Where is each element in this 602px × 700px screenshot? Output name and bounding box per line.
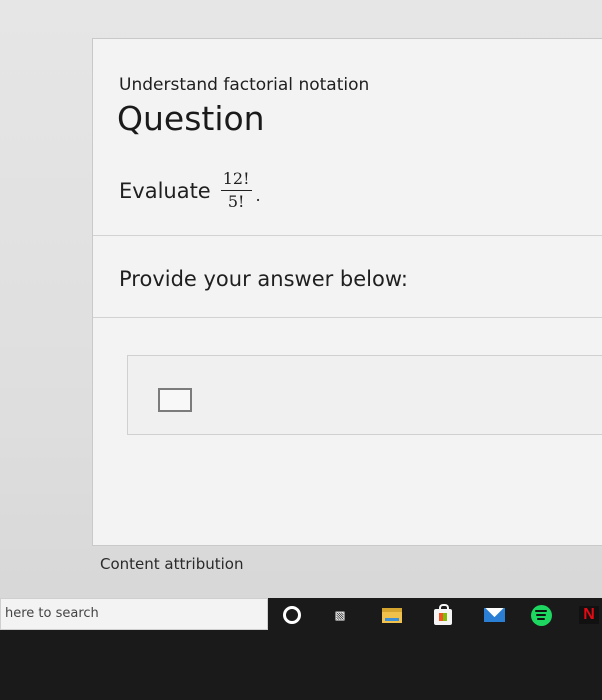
answer-prompt: Provide your answer below: [119,267,408,291]
factorial-fraction: 12! 5! [220,171,252,211]
content-attribution-link[interactable]: Content attribution [100,555,243,573]
file-explorer-icon[interactable] [381,604,403,626]
search-placeholder: here to search [5,606,99,621]
taskbar-search-box[interactable]: here to search [0,598,268,630]
answer-input[interactable] [158,388,192,412]
spotify-icon[interactable] [530,604,552,626]
windows-taskbar: here to search ▧ N [0,598,602,700]
question-prompt: Evaluate 12! 5! . [119,171,261,210]
task-view-icon[interactable]: ▧ [329,604,351,626]
answer-panel [127,355,602,435]
cortana-icon[interactable] [281,604,303,626]
browser-viewport: Understand factorial notation Question E… [0,0,602,700]
fraction-denominator: 5! [227,192,245,211]
section-divider [93,317,602,318]
question-heading: Question [117,99,265,138]
fraction-numerator: 12! [220,171,252,191]
question-lead: Evaluate [119,178,211,203]
lesson-subtitle: Understand factorial notation [119,75,370,95]
question-period: . [255,186,261,205]
store-icon[interactable] [432,603,454,626]
question-card: Understand factorial notation Question E… [92,38,602,546]
netflix-icon[interactable]: N [578,604,600,626]
mail-icon[interactable] [483,604,505,626]
section-divider [93,235,602,236]
netflix-letter: N [579,606,599,624]
